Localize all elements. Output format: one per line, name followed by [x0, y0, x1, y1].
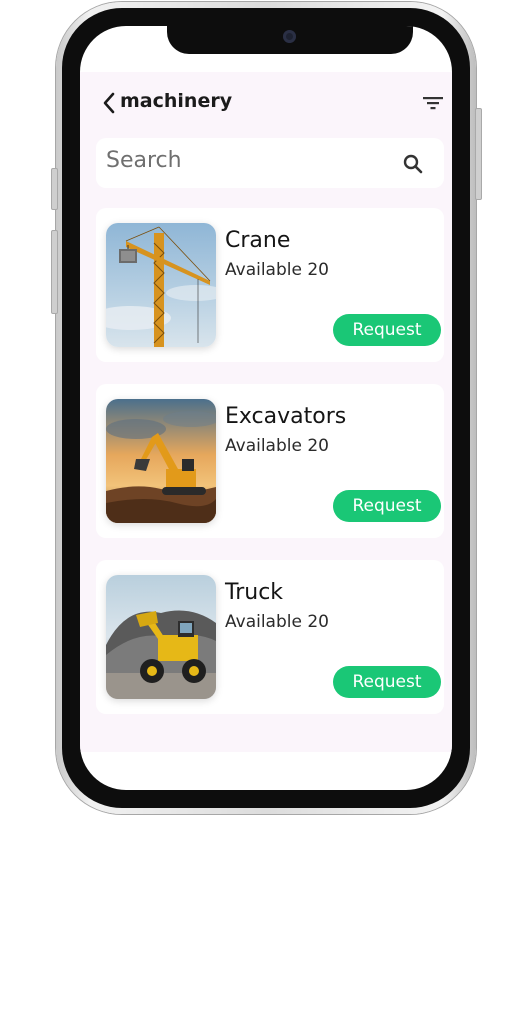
page-title: machinery: [120, 90, 233, 112]
phone-notch: [167, 26, 413, 54]
machinery-card-excavators: Excavators Available 20 Request: [96, 384, 444, 538]
request-button[interactable]: Request: [333, 666, 441, 698]
item-availability: Available 20: [225, 260, 329, 280]
filter-icon[interactable]: [422, 94, 444, 112]
phone-frame: machinery Search Crane Available 20 Requ…: [56, 2, 476, 814]
chevron-left-icon[interactable]: [100, 91, 118, 115]
excavator-image: [106, 399, 216, 523]
phone-bezel: machinery Search Crane Available 20 Requ…: [62, 8, 470, 808]
front-camera: [283, 30, 296, 43]
phone-mute-switch: [51, 168, 58, 210]
request-button[interactable]: Request: [333, 490, 441, 522]
search-input[interactable]: Search: [106, 148, 182, 173]
app-header: machinery: [80, 72, 452, 132]
item-name: Crane: [225, 228, 291, 253]
crane-image: [106, 223, 216, 347]
phone-power-button: [475, 108, 482, 200]
app-screen: machinery Search Crane Available 20 Requ…: [80, 72, 452, 752]
item-name: Truck: [225, 580, 284, 605]
item-name: Excavators: [225, 404, 347, 429]
phone-screen: machinery Search Crane Available 20 Requ…: [80, 26, 452, 790]
machinery-card-truck: Truck Available 20 Request: [96, 560, 444, 714]
phone-volume-button: [51, 230, 58, 314]
search-icon[interactable]: [402, 153, 424, 175]
truck-image: [106, 575, 216, 699]
item-availability: Available 20: [225, 612, 329, 632]
search-bar[interactable]: Search: [96, 138, 444, 188]
machinery-card-crane: Crane Available 20 Request: [96, 208, 444, 362]
item-availability: Available 20: [225, 436, 329, 456]
request-button[interactable]: Request: [333, 314, 441, 346]
